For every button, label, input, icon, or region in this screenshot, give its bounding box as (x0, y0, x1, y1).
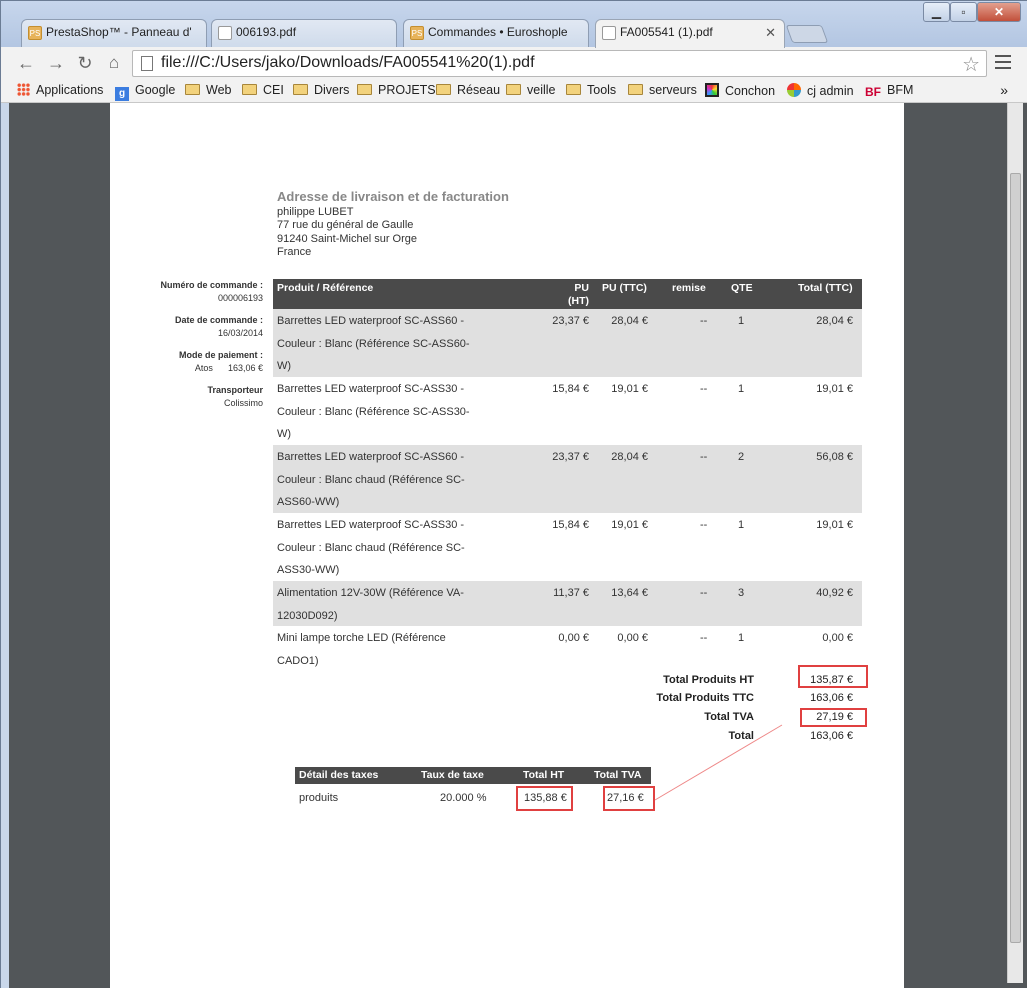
close-window-button[interactable]: ✕ (977, 2, 1021, 22)
bookmark-veille[interactable]: veille (506, 83, 556, 97)
prestashop-icon: PS (410, 26, 424, 40)
close-tab-icon[interactable]: ✕ (765, 25, 776, 41)
home-icon[interactable]: ⌂ (103, 53, 125, 75)
folder-icon (242, 84, 257, 95)
bookmark-label: Divers (314, 83, 350, 97)
folder-icon (506, 84, 521, 95)
bookmark-conchon[interactable]: Conchon (705, 83, 775, 98)
google-icon: g (115, 87, 129, 101)
tab-fa005541-pdf[interactable]: FA005541 (1).pdf ✕ (595, 19, 785, 48)
bookmark-label: Applications (36, 83, 104, 97)
bookmark-label: veille (527, 83, 556, 97)
bookmark-serveurs[interactable]: serveurs (628, 83, 697, 97)
bookmark-tools[interactable]: Tools (566, 83, 616, 97)
prestashop-icon: PS (28, 26, 42, 40)
bookmark-label: Google (135, 83, 176, 97)
document-icon (602, 26, 616, 40)
pdf-page: Adresse de livraison et de facturation p… (110, 103, 904, 988)
tab-title: PrestaShop™ - Panneau d' (46, 25, 192, 39)
toolbar: ← → ↻ ⌂ file:///C:/Users/jako/Downloads/… (1, 47, 1027, 79)
bookmark-label: Web (206, 83, 232, 97)
folder-icon (185, 84, 200, 95)
reload-icon[interactable]: ↻ (74, 53, 96, 75)
folder-icon (357, 84, 372, 95)
conchon-icon (705, 83, 719, 97)
bookmark-reseau[interactable]: Réseau (436, 83, 500, 97)
joomla-icon (787, 83, 801, 97)
apps-icon (17, 83, 30, 96)
url-text: file:///C:/Users/jako/Downloads/FA005541… (161, 54, 535, 71)
bookmark-applications[interactable]: Applications (17, 83, 103, 97)
tab-prestashop-panel[interactable]: PS PrestaShop™ - Panneau d' (21, 19, 207, 47)
folder-icon (293, 84, 308, 95)
bookmark-label: CEI (263, 83, 284, 97)
bookmark-star-icon[interactable]: ☆ (962, 52, 980, 77)
folder-icon (436, 84, 451, 95)
bookmark-label: serveurs (649, 83, 697, 97)
bookmark-divers[interactable]: Divers (293, 83, 349, 97)
bookmark-cj-admin[interactable]: cj admin (787, 83, 854, 98)
new-tab-button[interactable] (785, 25, 829, 43)
bookmark-web[interactable]: Web (185, 83, 231, 97)
bookmark-label: Conchon (725, 84, 776, 98)
highlight-connector (654, 724, 783, 801)
window-frame-left (1, 103, 9, 988)
page-icon (141, 56, 153, 71)
bookmark-projets[interactable]: PROJETS (357, 83, 436, 97)
bookmark-label: BFM (887, 83, 914, 97)
title-bar: PS PrestaShop™ - Panneau d' 006193.pdf P… (1, 1, 1027, 48)
bookmark-cei[interactable]: CEI (242, 83, 284, 97)
tab-commandes[interactable]: PS Commandes • Euroshople (403, 19, 589, 47)
menu-icon[interactable] (995, 55, 1011, 73)
browser-window: PS PrestaShop™ - Panneau d' 006193.pdf P… (0, 0, 1027, 988)
bookmark-bfm[interactable]: BF BFM (865, 83, 913, 99)
bookmark-google[interactable]: g Google (115, 83, 175, 101)
more-bookmarks-icon[interactable]: » (1000, 82, 1008, 98)
tab-006193-pdf[interactable]: 006193.pdf (211, 19, 397, 47)
back-arrow-icon[interactable]: ← (15, 53, 37, 75)
scrollbar-thumb[interactable] (1010, 173, 1021, 943)
folder-icon (566, 84, 581, 95)
forward-arrow-icon[interactable]: → (45, 53, 67, 75)
tab-title: 006193.pdf (236, 25, 297, 39)
vertical-scrollbar[interactable] (1007, 103, 1023, 983)
folder-icon (628, 84, 643, 95)
tab-title: FA005541 (1).pdf (620, 25, 713, 39)
bfm-icon: BF (865, 85, 881, 99)
bookmarks-bar: Applications g Google Web CEI Divers PROJ… (1, 79, 1027, 103)
maximize-button[interactable]: ▫ (950, 2, 977, 22)
bookmark-label: cj admin (807, 84, 854, 98)
bookmark-label: Réseau (457, 83, 501, 97)
tab-title: Commandes • Euroshople (428, 25, 568, 39)
bookmark-label: PROJETS (378, 83, 436, 97)
minimize-button[interactable]: ▁ (923, 2, 950, 22)
bookmark-label: Tools (587, 83, 617, 97)
address-bar[interactable]: file:///C:/Users/jako/Downloads/FA005541… (132, 50, 987, 77)
document-icon (218, 26, 232, 40)
